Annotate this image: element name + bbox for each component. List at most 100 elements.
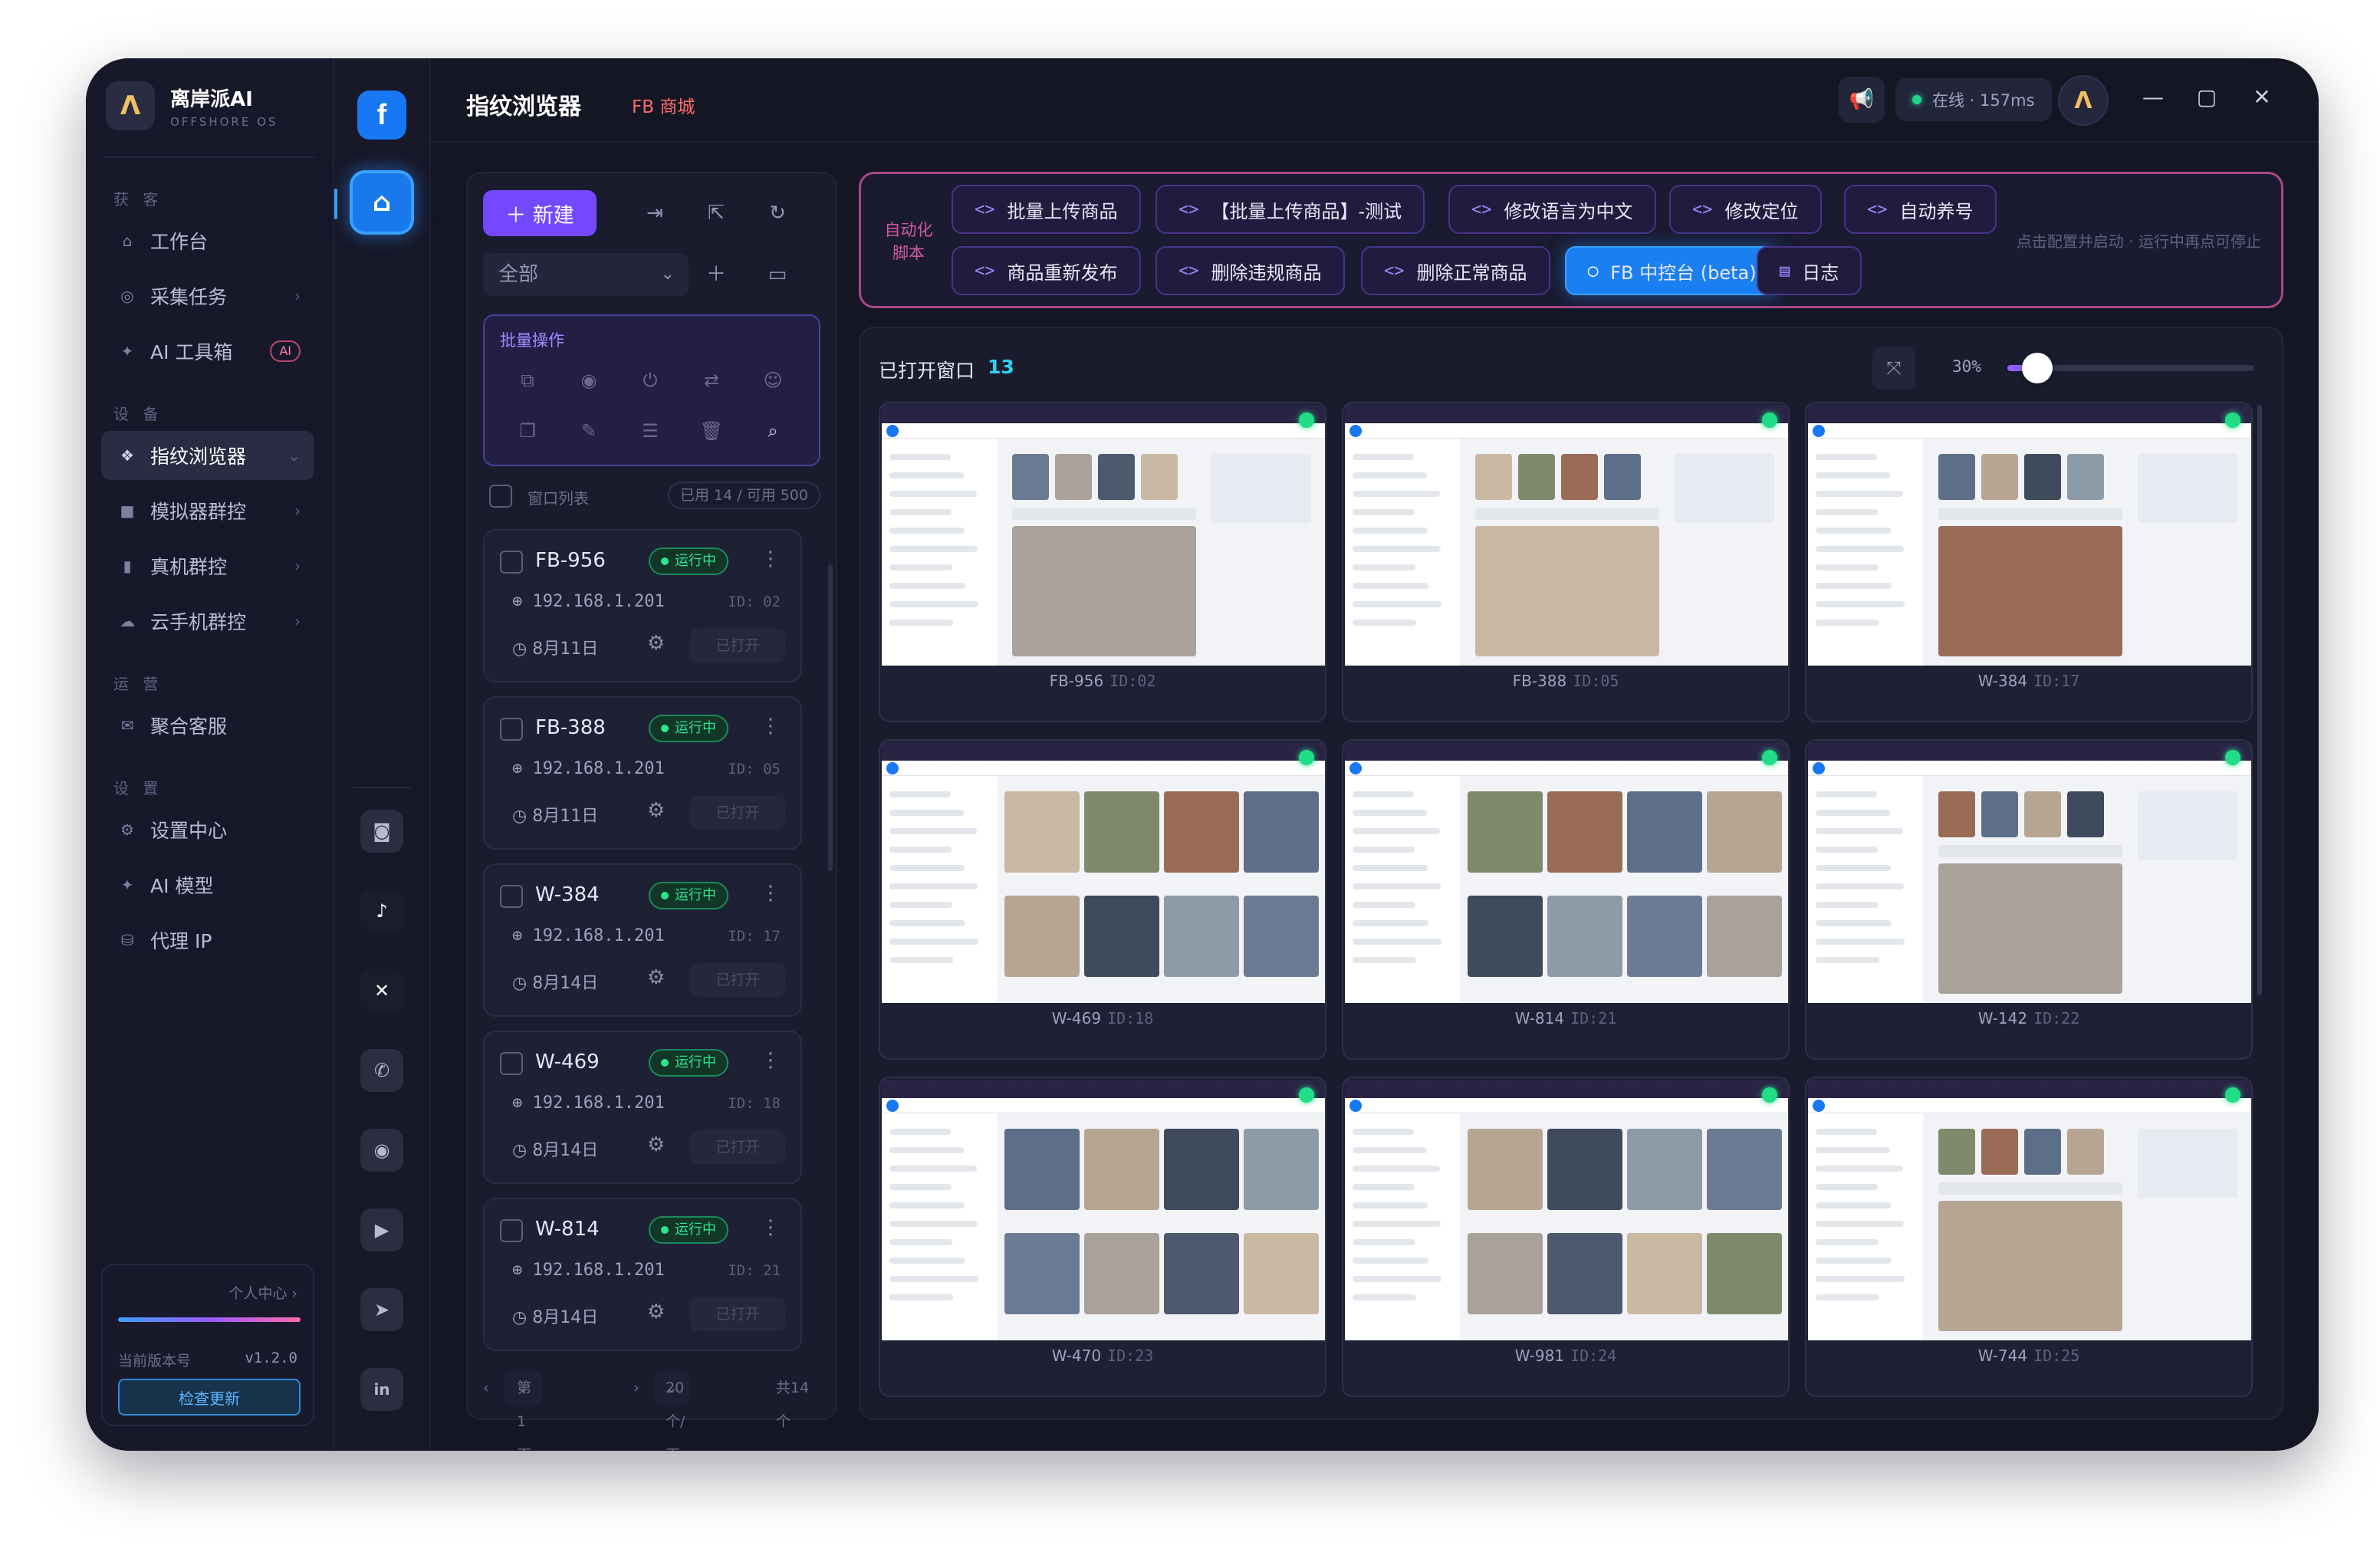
avatar[interactable]: Λ xyxy=(2058,75,2109,126)
window-checkbox[interactable] xyxy=(500,1052,523,1075)
window-preview-tile[interactable]: FB-388 ID:05 xyxy=(1342,402,1790,722)
more-icon[interactable]: ⋮ xyxy=(761,1216,781,1239)
script-button[interactable]: <> 批量上传商品 xyxy=(952,185,1141,234)
nav-item-emulator[interactable]: ■ 模拟器群控 › xyxy=(101,486,314,535)
window-card[interactable]: FB-388 运行中 ⋮ ⊕ 192.168.1.201 ID: 05 ◷ 8月… xyxy=(483,696,802,850)
script-button[interactable]: <> 修改定位 xyxy=(1669,185,1822,234)
collapse-icon[interactable]: ⤧ xyxy=(1872,347,1915,390)
script-button[interactable]: <> 【批量上传商品】-测试 xyxy=(1155,185,1425,234)
nav-item-workbench[interactable]: ⌂ 工作台 xyxy=(101,216,314,265)
listing-photo xyxy=(1244,1233,1319,1314)
select-all-checkbox[interactable] xyxy=(489,485,512,508)
gear-icon[interactable]: ⚙ xyxy=(647,966,665,989)
gear-icon[interactable]: ⚙ xyxy=(647,632,665,655)
maximize-icon[interactable]: ▢ xyxy=(2191,84,2222,110)
user-icon[interactable]: ☺ xyxy=(758,365,788,396)
window-preview-tile[interactable]: W-981 ID:24 xyxy=(1342,1077,1790,1397)
nav-item-cloud-phone[interactable]: ☁ 云手机群控 › xyxy=(101,597,314,646)
nav-item-ai-model[interactable]: ✦ AI 模型 xyxy=(101,860,314,909)
window-card[interactable]: W-384 运行中 ⋮ ⊕ 192.168.1.201 ID: 17 ◷ 8月1… xyxy=(483,863,802,1017)
script-button[interactable]: ▤ 日志 xyxy=(1757,246,1862,295)
gear-icon[interactable]: ⚙ xyxy=(647,799,665,822)
zoom-slider-knob[interactable] xyxy=(2021,353,2053,383)
linkedin-icon[interactable]: in xyxy=(360,1368,403,1411)
close-icon[interactable]: ✕ xyxy=(2247,84,2277,110)
script-button[interactable]: <> 删除违规商品 xyxy=(1155,246,1345,295)
whatsapp-icon[interactable]: ✆ xyxy=(360,1049,403,1092)
list-scrollbar[interactable] xyxy=(828,564,833,871)
window-preview-tile[interactable]: W-469 ID:18 xyxy=(879,739,1326,1060)
script-button[interactable]: <> 删除正常商品 xyxy=(1361,246,1550,295)
preview-scrollbar[interactable] xyxy=(2257,405,2262,995)
script-button[interactable]: <> 自动养号 xyxy=(1844,185,1997,234)
nav-item-settings-center[interactable]: ⚙ 设置中心 xyxy=(101,805,314,854)
script-button[interactable]: <> 商品重新发布 xyxy=(952,246,1141,295)
prev-page-icon[interactable]: ‹ xyxy=(483,1371,489,1405)
more-icon[interactable]: ⋮ xyxy=(761,715,781,738)
gear-icon[interactable]: ⚙ xyxy=(647,1133,665,1156)
folder-icon[interactable]: ▭ xyxy=(761,258,794,291)
nav-item-ai-toolbox[interactable]: ✦ AI 工具箱 AI xyxy=(101,327,314,376)
x-icon[interactable]: ✕ xyxy=(360,969,403,1012)
window-card[interactable]: W-814 运行中 ⋮ ⊕ 192.168.1.201 ID: 21 ◷ 8月1… xyxy=(483,1198,802,1351)
more-icon[interactable]: ⋮ xyxy=(761,547,781,570)
open-button[interactable]: 已打开 xyxy=(690,1297,785,1331)
more-icon[interactable]: ⋮ xyxy=(761,882,781,905)
window-preview-tile[interactable]: W-814 ID:21 xyxy=(1342,739,1790,1060)
shop-icon[interactable]: ⌂ xyxy=(350,170,414,235)
import-icon[interactable]: ⇥ xyxy=(638,196,672,230)
nav-item-proxy-ip[interactable]: ⛁ 代理 IP xyxy=(101,916,314,965)
open-button[interactable]: 已打开 xyxy=(690,796,785,830)
nav-item-collect[interactable]: ◎ 采集任务 › xyxy=(101,271,314,321)
facebook-icon[interactable]: f xyxy=(357,90,406,140)
swap-icon[interactable]: ⇄ xyxy=(696,365,727,396)
window-card[interactable]: W-469 运行中 ⋮ ⊕ 192.168.1.201 ID: 18 ◷ 8月1… xyxy=(483,1031,802,1184)
script-button[interactable]: ◯ FB 中控台 (beta) xyxy=(1565,246,1780,295)
copy-icon[interactable]: ❐ xyxy=(512,416,543,446)
add-group-icon[interactable]: ＋ xyxy=(699,258,733,291)
line-icon[interactable]: ◉ xyxy=(360,1129,403,1172)
megaphone-icon[interactable]: 📢 xyxy=(1839,77,1885,123)
gear-icon[interactable]: ⚙ xyxy=(647,1300,665,1323)
tiktok-icon[interactable]: ♪ xyxy=(360,889,403,932)
instagram-icon[interactable]: ◙ xyxy=(360,810,403,853)
nav-item-real-device[interactable]: ▮ 真机群控 › xyxy=(101,541,314,590)
sliders-icon[interactable]: ☰ xyxy=(635,416,666,446)
group-filter-select[interactable]: 全部 ⌄ xyxy=(483,253,689,296)
page-size-select[interactable]: 20 个/页 ⌄ xyxy=(653,1371,690,1451)
next-page-icon[interactable]: › xyxy=(633,1371,639,1405)
window-checkbox[interactable] xyxy=(500,551,523,574)
search-icon[interactable]: ⌕ xyxy=(758,416,788,446)
telegram-icon[interactable]: ➤ xyxy=(360,1288,403,1331)
open-button[interactable]: 已打开 xyxy=(690,963,785,997)
window-card[interactable]: FB-956 运行中 ⋮ ⊕ 192.168.1.201 ID: 02 ◷ 8月… xyxy=(483,529,802,682)
window-preview-tile[interactable]: W-384 ID:17 xyxy=(1805,402,2253,722)
window-preview-tile[interactable]: W-142 ID:22 xyxy=(1805,739,2253,1060)
record-icon[interactable]: ◉ xyxy=(574,365,604,396)
more-icon[interactable]: ⋮ xyxy=(761,1049,781,1072)
window-preview-tile[interactable]: W-470 ID:23 xyxy=(879,1077,1326,1397)
window-preview-tile[interactable]: FB-956 ID:02 xyxy=(879,402,1326,722)
nav-item-fingerprint-browser[interactable]: ❖ 指纹浏览器 ⌄ xyxy=(101,431,314,480)
open-button[interactable]: 已打开 xyxy=(690,1130,785,1164)
window-checkbox[interactable] xyxy=(500,718,523,741)
nav-item-customer-service[interactable]: ✉ 聚合客服 xyxy=(101,701,314,750)
minimize-icon[interactable]: — xyxy=(2138,84,2168,110)
power-icon[interactable]: ⏻ xyxy=(635,365,666,396)
window-preview-tile[interactable]: W-744 ID:25 xyxy=(1805,1077,2253,1397)
new-window-button[interactable]: ＋ 新建 xyxy=(483,190,597,236)
window-checkbox[interactable] xyxy=(500,1219,523,1242)
zoom-slider[interactable] xyxy=(2007,353,2254,383)
refresh-icon[interactable]: ↻ xyxy=(761,196,794,230)
script-button[interactable]: <> 修改语言为中文 xyxy=(1448,185,1656,234)
open-button[interactable]: 已打开 xyxy=(690,629,785,663)
export-icon[interactable]: ⇱ xyxy=(699,196,733,230)
edit-icon[interactable]: ✎ xyxy=(574,416,604,446)
page-select[interactable]: 第 1 页 ⌄ xyxy=(505,1371,541,1451)
window-checkbox[interactable] xyxy=(500,885,523,908)
profile-center-link[interactable]: 个人中心 › xyxy=(228,1282,298,1303)
check-update-button[interactable]: 检查更新 xyxy=(118,1379,301,1416)
youtube-icon[interactable]: ▶ xyxy=(360,1208,403,1251)
trash-icon[interactable]: 🗑 xyxy=(696,416,727,446)
open-window-icon[interactable]: ⧉ xyxy=(512,365,543,396)
